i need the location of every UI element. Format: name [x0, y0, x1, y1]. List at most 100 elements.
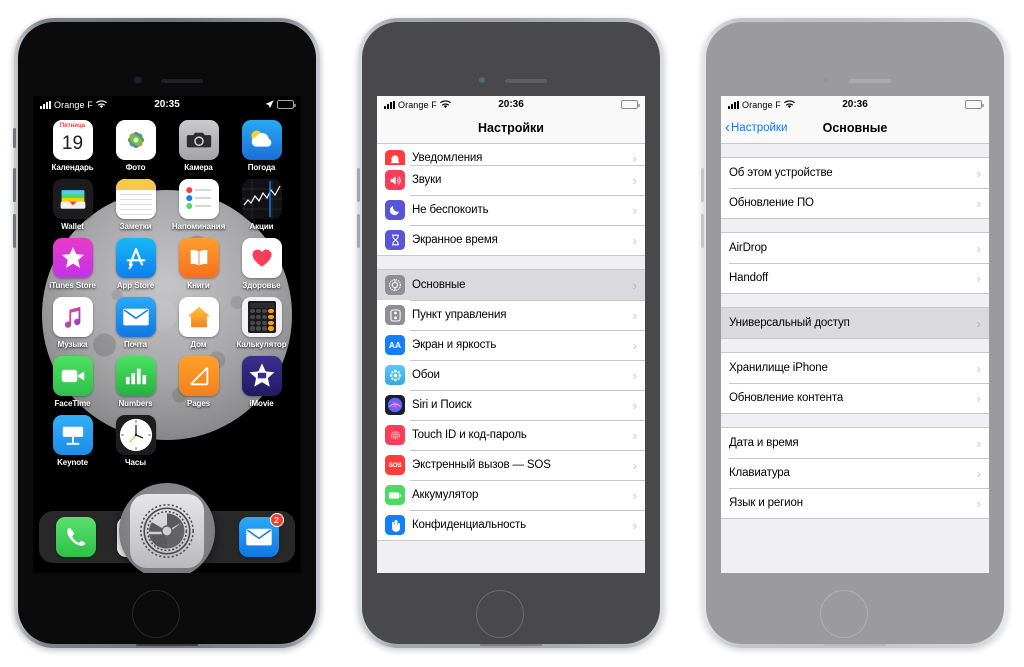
chevron-right-icon: › — [632, 337, 637, 353]
settings-row-screen-time[interactable]: Экранное время › — [377, 225, 645, 255]
app-numbers[interactable]: Numbers — [104, 356, 167, 408]
row-label: Аккумулятор — [412, 489, 479, 501]
general-icon — [385, 275, 405, 295]
app-pages[interactable]: Pages — [167, 356, 230, 408]
app-keynote[interactable]: Keynote — [41, 415, 104, 467]
general-row-about[interactable]: Об этом устройстве › — [721, 158, 989, 188]
volume-down-button-3[interactable] — [700, 214, 704, 248]
app-notes[interactable]: Заметки — [104, 179, 167, 231]
volume-buttons-1[interactable] — [12, 168, 16, 202]
settings-row-general[interactable]: Основные › — [377, 270, 645, 300]
app-weather[interactable]: Погода — [230, 120, 293, 172]
mute-switch-1[interactable] — [12, 128, 16, 148]
app-label: Wallet — [61, 222, 84, 231]
app-health[interactable]: Здоровье — [230, 238, 293, 290]
app-itunes-store[interactable]: iTunes Store — [41, 238, 104, 290]
phone-icon[interactable] — [55, 517, 96, 557]
chevron-right-icon: › — [632, 427, 637, 443]
do-not-disturb-icon — [385, 200, 405, 220]
general-row-language-region[interactable]: Язык и регион › — [721, 488, 989, 518]
app-wallet[interactable]: Wallet — [41, 179, 104, 231]
volume-down-button-1[interactable] — [12, 214, 16, 248]
home-button-3[interactable] — [820, 590, 868, 638]
chevron-right-icon: › — [976, 390, 981, 406]
mail-icon — [115, 297, 156, 337]
front-camera-2 — [479, 77, 485, 83]
home-button-1[interactable] — [132, 590, 180, 638]
camera-icon — [178, 120, 219, 160]
wallet-icon — [52, 179, 93, 219]
app-mail[interactable]: Почта — [104, 297, 167, 349]
carrier-label: Orange F — [742, 99, 781, 110]
chevron-right-icon: › — [976, 315, 981, 331]
row-label: Handoff — [729, 272, 769, 284]
settings-row-wallpaper[interactable]: Обои › — [377, 360, 645, 390]
app-clock[interactable]: Часы — [104, 415, 167, 467]
app-app-store[interactable]: App Store — [104, 238, 167, 290]
battery-icon — [385, 485, 405, 505]
settings-row-siri-search[interactable]: Siri и Поиск › — [377, 390, 645, 420]
numbers-icon — [115, 356, 156, 396]
settings-row-display-brightness[interactable]: AA Экран и яркость › — [377, 330, 645, 360]
settings-root-screen: Orange F 20:36 Настройки Уведомления › З… — [377, 96, 645, 573]
app-label: App Store — [116, 281, 155, 290]
app-photos[interactable]: Фото — [104, 120, 167, 172]
settings-row-control-center[interactable]: Пункт управления › — [377, 300, 645, 330]
earpiece-speaker-1 — [161, 79, 203, 83]
chevron-right-icon: › — [632, 232, 637, 248]
volume-up-button-2[interactable] — [356, 168, 360, 202]
general-row-handoff[interactable]: Handoff › — [721, 263, 989, 293]
settings-row-privacy[interactable]: Конфиденциальность › — [377, 510, 645, 540]
mail-icon[interactable]: 2 — [238, 513, 284, 557]
app-facetime[interactable]: FaceTime — [41, 356, 104, 408]
settings-row-sounds[interactable]: Звуки › — [377, 165, 645, 195]
home-button-2[interactable] — [476, 590, 524, 638]
general-row-software-update[interactable]: Обновление ПО › — [721, 188, 989, 218]
clock-icon — [115, 415, 156, 455]
settings-row-notifications[interactable]: Уведомления › — [377, 144, 645, 165]
app-imovie[interactable]: iMovie — [230, 356, 293, 408]
app-label: Погода — [247, 163, 276, 172]
battery-icon — [965, 100, 984, 109]
settings-row-battery[interactable]: Аккумулятор › — [377, 480, 645, 510]
front-camera-3 — [823, 77, 829, 83]
screen-3: Orange F 20:36 ‹ Настройки Основные Об э… — [721, 96, 989, 573]
back-button[interactable]: ‹ Настройки — [725, 120, 788, 135]
volume-up-button-3[interactable] — [700, 168, 704, 202]
calendar-day-number: 19 — [61, 133, 84, 154]
app-music[interactable]: Музыка — [41, 297, 104, 349]
settings-group-2: Основные › Пункт управления › AA Экран и… — [377, 269, 645, 541]
app-calculator[interactable]: Калькулятор — [230, 297, 293, 349]
app-home[interactable]: Дом — [167, 297, 230, 349]
app-books[interactable]: Книги — [167, 238, 230, 290]
battery-icon — [621, 100, 640, 109]
app-label: Фото — [125, 163, 146, 172]
general-row-accessibility[interactable]: Универсальный доступ › — [721, 308, 989, 338]
general-scroll-area[interactable]: Об этом устройстве › Обновление ПО › Air… — [721, 144, 989, 573]
settings-magnifier[interactable] — [119, 483, 215, 573]
weather-icon — [241, 120, 282, 160]
general-row-date-time[interactable]: Дата и время › — [721, 428, 989, 458]
music-icon — [52, 297, 93, 337]
chevron-right-icon: › — [632, 517, 637, 533]
app-label: Дом — [190, 340, 207, 349]
page-title: Основные — [822, 121, 888, 135]
general-row-airdrop[interactable]: AirDrop › — [721, 233, 989, 263]
volume-down-button-2[interactable] — [356, 214, 360, 248]
app-reminders[interactable]: Напоминания — [167, 179, 230, 231]
general-row-keyboard[interactable]: Клавиатура › — [721, 458, 989, 488]
app-calendar[interactable]: Пятница 19 Календарь — [41, 120, 104, 172]
app-camera[interactable]: Камера — [167, 120, 230, 172]
settings-row-sos[interactable]: SOS Экстренный вызов — SOS › — [377, 450, 645, 480]
chevron-right-icon: › — [632, 367, 637, 383]
app-label: Акции — [249, 222, 274, 231]
general-row-background-refresh[interactable]: Обновление контента › — [721, 383, 989, 413]
app-stocks[interactable]: Акции — [230, 179, 293, 231]
settings-row-do-not-disturb[interactable]: Не беспокоить › — [377, 195, 645, 225]
general-row-iphone-storage[interactable]: Хранилище iPhone › — [721, 353, 989, 383]
back-button-label: Настройки — [731, 122, 788, 134]
status-bar-3: Orange F 20:36 — [721, 96, 989, 113]
navigation-bar-3: ‹ Настройки Основные — [721, 113, 989, 144]
settings-row-touch-id[interactable]: Touch ID и код-пароль › — [377, 420, 645, 450]
settings-scroll-area[interactable]: Уведомления › Звуки › Не беспокоить › Эк… — [377, 144, 645, 573]
